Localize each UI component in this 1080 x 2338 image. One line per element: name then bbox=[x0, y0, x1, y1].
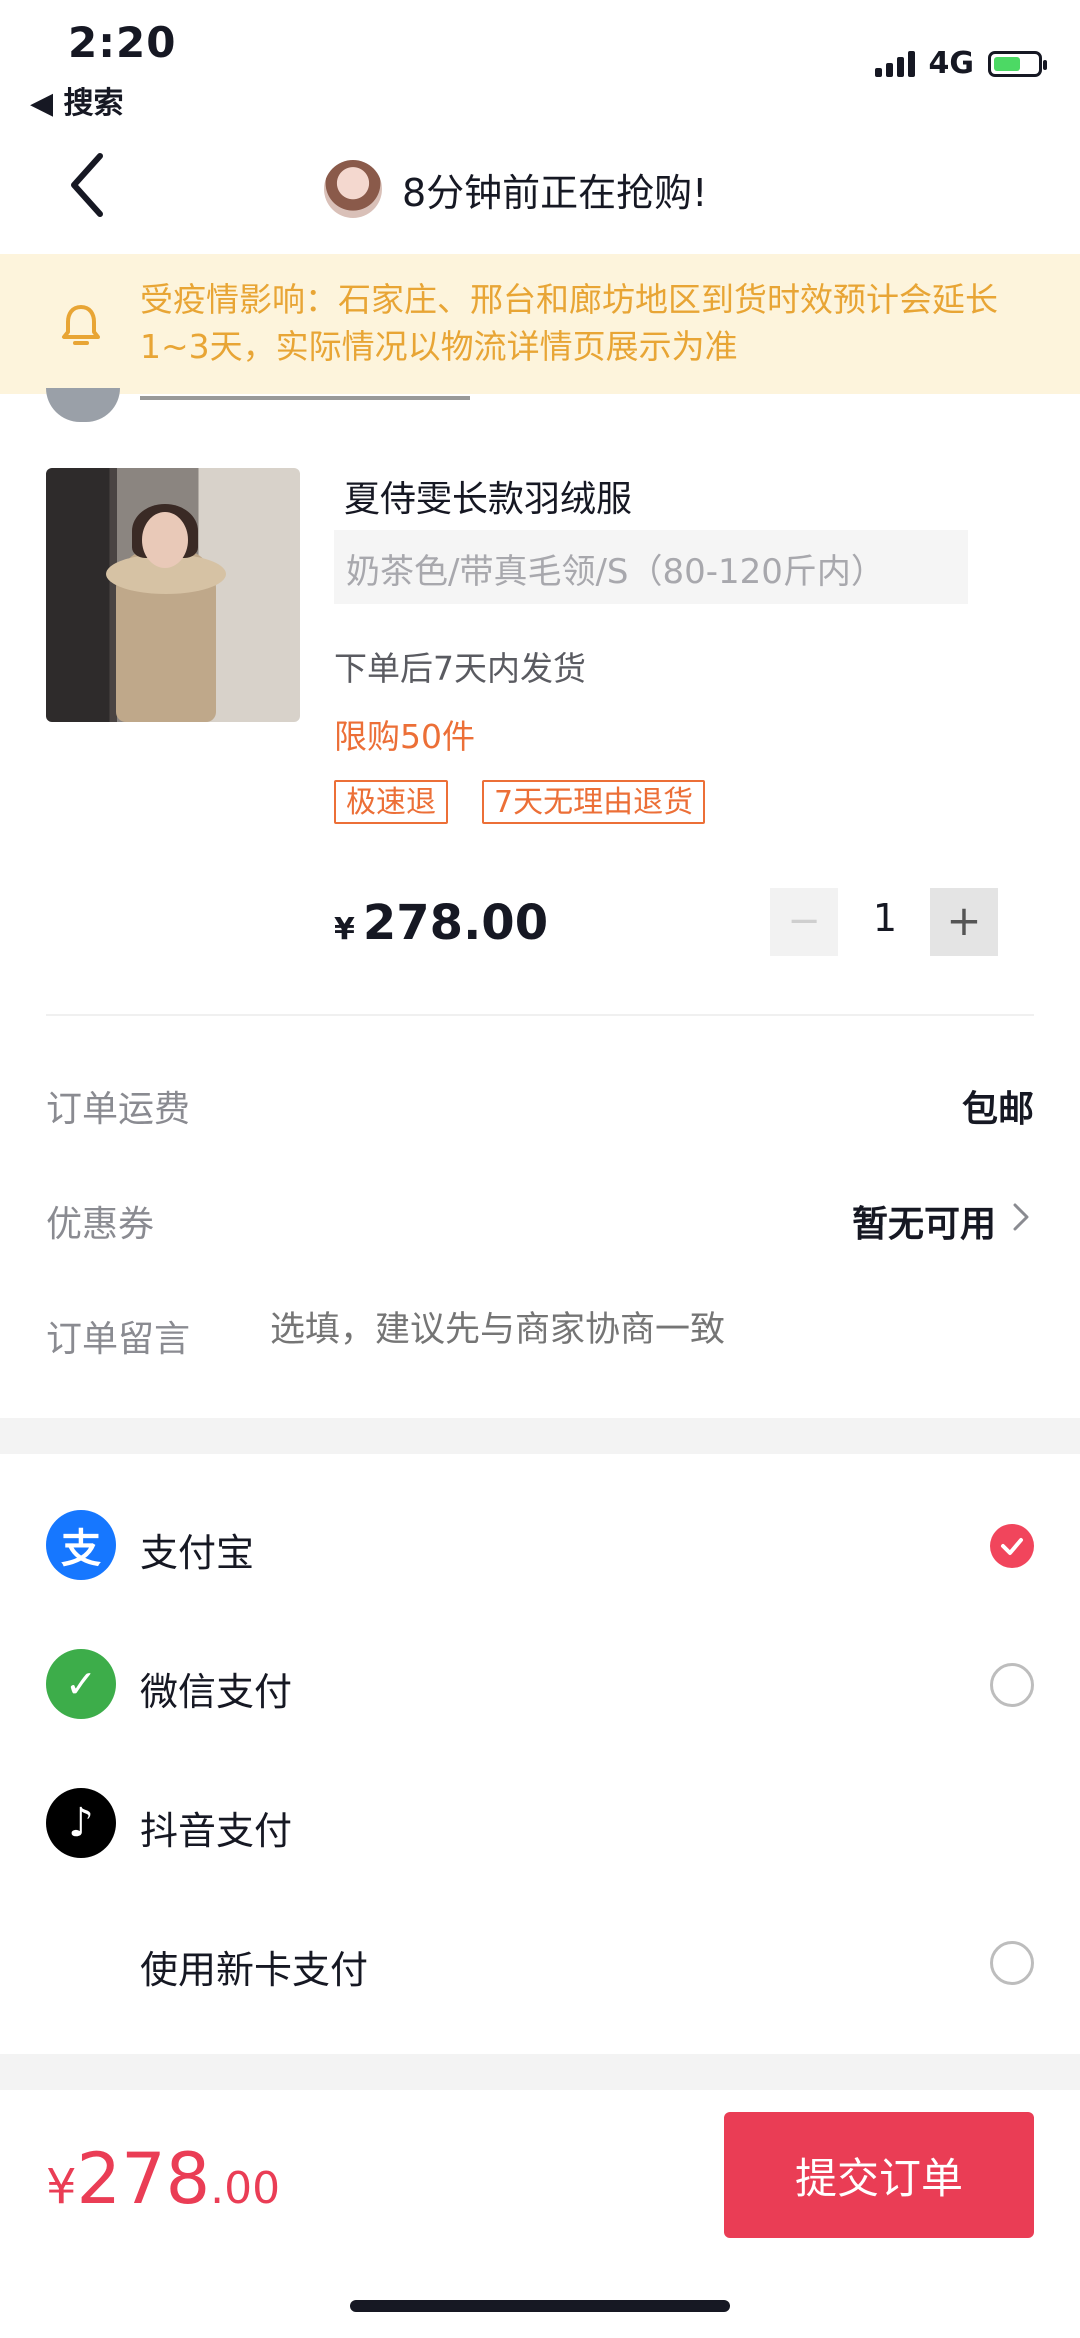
header-title: 8分钟前正在抢购! bbox=[402, 170, 708, 215]
payment-new-card-radio[interactable] bbox=[990, 1941, 1034, 1985]
back-to-search-link[interactable]: ◀ 搜索 bbox=[30, 78, 124, 122]
product-sku-text: 奶茶色/带真毛领/S（80-120斤内） bbox=[346, 552, 885, 592]
product-title: 夏侍雯长款羽绒服 bbox=[344, 479, 633, 520]
notice-text: 受疫情影响：石家庄、邢台和廊坊地区到货时效预计会延长1~3天，实际情况以物流详情… bbox=[140, 280, 998, 366]
product-image[interactable] bbox=[46, 468, 300, 722]
alipay-icon: 支 bbox=[46, 1510, 116, 1580]
total-decimal: .00 bbox=[210, 2163, 281, 2214]
product-price: ¥278.00 bbox=[334, 895, 548, 951]
purchase-limit: 限购50件 bbox=[334, 717, 475, 756]
wechat-pay-icon: ✓ bbox=[46, 1649, 116, 1719]
total-integer: 278 bbox=[76, 2138, 211, 2220]
battery-icon bbox=[988, 50, 1047, 77]
payment-wechat-label[interactable]: 微信支付 bbox=[140, 1661, 292, 1716]
order-total: ¥278.00 bbox=[46, 2138, 280, 2220]
product-price-value: 278.00 bbox=[362, 895, 549, 951]
douyin-pay-icon: ♪ bbox=[46, 1788, 116, 1858]
quantity-value[interactable]: 1 bbox=[860, 896, 910, 940]
bell-icon bbox=[62, 305, 100, 345]
status-indicators: 4G bbox=[874, 46, 1047, 81]
payment-wechat-radio[interactable] bbox=[990, 1663, 1034, 1707]
submit-order-button[interactable]: 提交订单 bbox=[724, 2112, 1034, 2238]
chevron-right-icon[interactable] bbox=[1012, 1202, 1030, 1232]
payment-douyin-label[interactable]: 抖音支付 bbox=[140, 1800, 292, 1855]
order-message-input[interactable] bbox=[270, 1310, 1030, 1350]
shipping-fee-value: 包邮 bbox=[961, 1089, 1034, 1130]
network-type: 4G bbox=[928, 46, 975, 81]
buyer-avatar bbox=[324, 160, 382, 218]
payment-alipay-radio[interactable] bbox=[990, 1524, 1034, 1568]
coupon-value[interactable]: 暂无可用 bbox=[852, 1195, 996, 1247]
tag-7-day-return: 7天无理由退货 bbox=[482, 780, 706, 824]
quantity-decrease-button[interactable]: − bbox=[770, 888, 838, 956]
shop-avatar bbox=[46, 388, 120, 422]
order-message-label: 订单留言 bbox=[46, 1319, 191, 1360]
currency-symbol: ¥ bbox=[334, 912, 355, 947]
back-arrow-icon[interactable] bbox=[66, 150, 106, 220]
shipping-note: 下单后7天内发货 bbox=[334, 649, 586, 688]
quantity-increase-button[interactable]: + bbox=[930, 888, 998, 956]
tag-fast-refund: 极速退 bbox=[334, 780, 448, 824]
total-currency: ¥ bbox=[46, 2159, 77, 2215]
payment-new-card-label[interactable]: 使用新卡支付 bbox=[140, 1939, 368, 1994]
home-indicator[interactable] bbox=[350, 2300, 730, 2312]
product-sku[interactable]: 奶茶色/带真毛领/S（80-120斤内） bbox=[334, 530, 968, 604]
payment-alipay-label[interactable]: 支付宝 bbox=[140, 1522, 254, 1577]
check-icon bbox=[1001, 1538, 1023, 1555]
shipping-fee-label: 订单运费 bbox=[46, 1089, 191, 1130]
signal-icon bbox=[874, 50, 915, 77]
divider bbox=[46, 1014, 1034, 1016]
section-separator bbox=[0, 2054, 1080, 2090]
status-time: 2:20 bbox=[68, 18, 177, 67]
header: 8分钟前正在抢购! bbox=[324, 160, 707, 218]
coupon-label: 优惠券 bbox=[46, 1204, 155, 1245]
section-separator bbox=[0, 1418, 1080, 1454]
shop-name-partial bbox=[140, 388, 540, 408]
